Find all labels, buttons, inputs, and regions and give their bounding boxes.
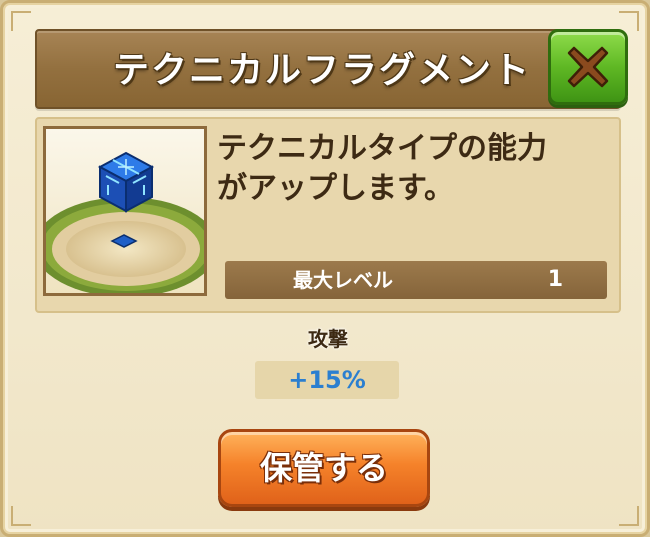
frame-corner [619,506,639,526]
frame-corner [11,11,31,31]
store-button-label: 保管する [259,449,388,487]
title-bar: テクニカルフラグメント [35,29,621,109]
max-level-label: 最大レベル [293,268,393,292]
store-button[interactable]: 保管する [218,429,430,507]
fragment-image [43,126,207,296]
fragment-dialog: テクニカルフラグメント テクニカルタイプの能力 がアップします。 最大レベル 1… [0,0,650,537]
blue-cube-fragment-icon [46,151,204,293]
stat-label: 攻撃 [308,327,348,351]
close-x-icon [567,46,609,88]
stat-value: +15% [288,366,366,394]
close-button[interactable] [548,29,628,105]
max-level-value: 1 [547,267,563,292]
dialog-title: テクニカルフラグメント [112,50,531,91]
frame-corner [11,506,31,526]
max-level-bar: 最大レベル 1 [225,261,607,299]
fragment-description: テクニカルタイプの能力 がアップします。 [217,131,547,206]
frame-corner [619,11,639,31]
stat-box: +15% [255,361,399,399]
